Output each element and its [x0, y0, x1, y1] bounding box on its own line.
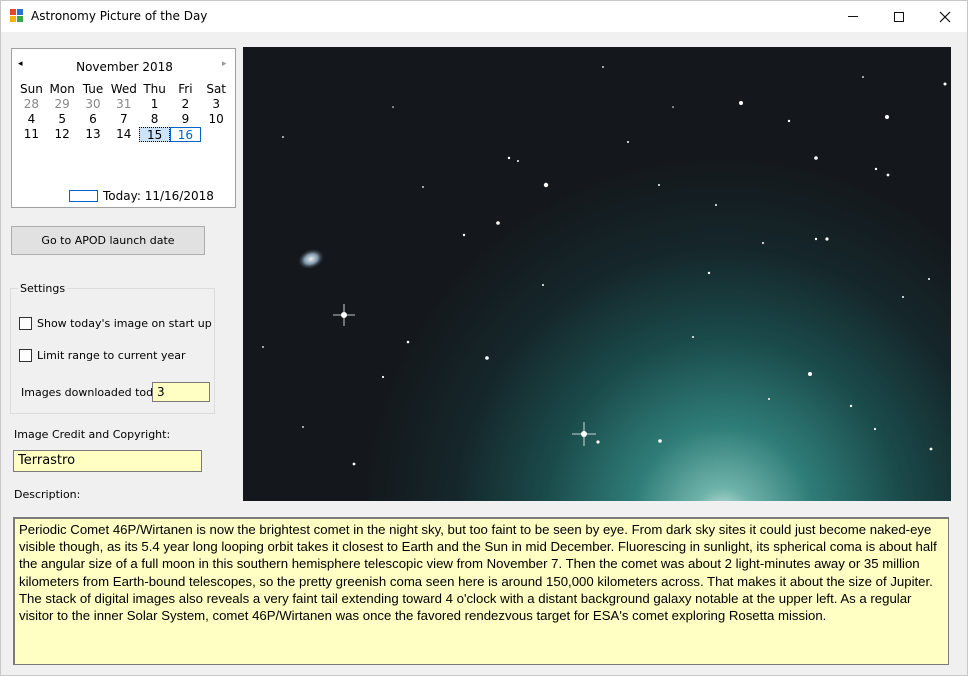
images-downloaded-label: Images downloaded today [21, 386, 167, 399]
today-marker-icon [69, 190, 98, 202]
calendar-today-link[interactable]: Today: 11/16/2018 [103, 189, 214, 203]
calendar-week-row: 11 12 13 14 15 16 [16, 127, 232, 142]
limit-range-checkbox-row[interactable]: Limit range to current year [19, 349, 186, 362]
maximize-button[interactable] [876, 1, 922, 32]
settings-group-label: Settings [18, 282, 68, 295]
show-on-startup-checkbox-row[interactable]: Show today's image on start up [19, 317, 212, 330]
calendar-day[interactable]: 1 [139, 97, 170, 112]
weekday-label: Sun [19, 82, 43, 96]
app-window: Astronomy Picture of the Day ◂ November … [0, 0, 968, 676]
go-to-launch-date-button[interactable]: Go to APOD launch date [11, 226, 205, 255]
calendar-day[interactable]: 11 [16, 127, 47, 142]
calendar-day-today[interactable]: 16 [169, 127, 201, 142]
close-icon [939, 11, 951, 22]
weekday-label: Sat [206, 82, 227, 96]
calendar-day[interactable]: 8 [139, 112, 170, 127]
weekday-label: Wed [110, 82, 137, 96]
calendar-month-label: November 2018 [76, 60, 173, 74]
app-icon [10, 9, 24, 23]
images-downloaded-field[interactable]: 3 [152, 382, 210, 402]
calendar-day[interactable]: 28 [16, 97, 47, 112]
calendar-grid: Sun Mon Tue Wed Thu Fri Sat 28 29 30 31 … [16, 82, 232, 142]
calendar-day[interactable]: 14 [108, 127, 139, 142]
calendar-weekday-row: Sun Mon Tue Wed Thu Fri Sat [16, 82, 232, 97]
apod-image [243, 47, 951, 501]
calendar-day[interactable]: 9 [170, 112, 201, 127]
minimize-icon [848, 16, 858, 17]
calendar-day[interactable]: 31 [108, 97, 139, 112]
weekday-label: Thu [143, 82, 166, 96]
weekday-label: Mon [49, 82, 75, 96]
minimize-button[interactable] [830, 1, 876, 32]
description-field[interactable]: Periodic Comet 46P/Wirtanen is now the b… [13, 517, 949, 665]
calendar-day[interactable]: 4 [16, 112, 47, 127]
calendar-day[interactable]: 7 [108, 112, 139, 127]
calendar-day-selected[interactable]: 15 [139, 127, 170, 142]
calendar-day[interactable]: 13 [78, 127, 109, 142]
show-on-startup-checkbox[interactable] [19, 317, 32, 330]
window-title: Astronomy Picture of the Day [31, 9, 208, 23]
calendar-day[interactable]: 29 [47, 97, 78, 112]
comet-photo [243, 47, 951, 501]
calendar-day [201, 127, 232, 142]
credit-label: Image Credit and Copyright: [14, 428, 171, 441]
calendar-next-month-icon[interactable]: ▸ [222, 59, 227, 69]
maximize-icon [894, 11, 904, 22]
limit-range-checkbox[interactable] [19, 349, 32, 362]
calendar-day[interactable]: 3 [201, 97, 232, 112]
calendar-day[interactable]: 2 [170, 97, 201, 112]
calendar-day[interactable]: 10 [201, 112, 232, 127]
title-bar[interactable]: Astronomy Picture of the Day [1, 1, 967, 32]
month-calendar[interactable]: ◂ November 2018 ▸ Sun Mon Tue Wed Thu Fr… [11, 48, 236, 208]
calendar-week-row: 4 5 6 7 8 9 10 [16, 112, 232, 127]
description-label: Description: [14, 488, 81, 501]
calendar-day[interactable]: 6 [78, 112, 109, 127]
calendar-week-row: 28 29 30 31 1 2 3 [16, 97, 232, 112]
calendar-day[interactable]: 5 [47, 112, 78, 127]
weekday-label: Fri [178, 82, 193, 96]
limit-range-label: Limit range to current year [37, 349, 186, 362]
calendar-day[interactable]: 12 [47, 127, 78, 142]
credit-field[interactable]: Terrastro [13, 450, 202, 472]
weekday-label: Tue [82, 82, 104, 96]
close-button[interactable] [922, 1, 968, 32]
calendar-day[interactable]: 30 [78, 97, 109, 112]
show-on-startup-label: Show today's image on start up [37, 317, 212, 330]
